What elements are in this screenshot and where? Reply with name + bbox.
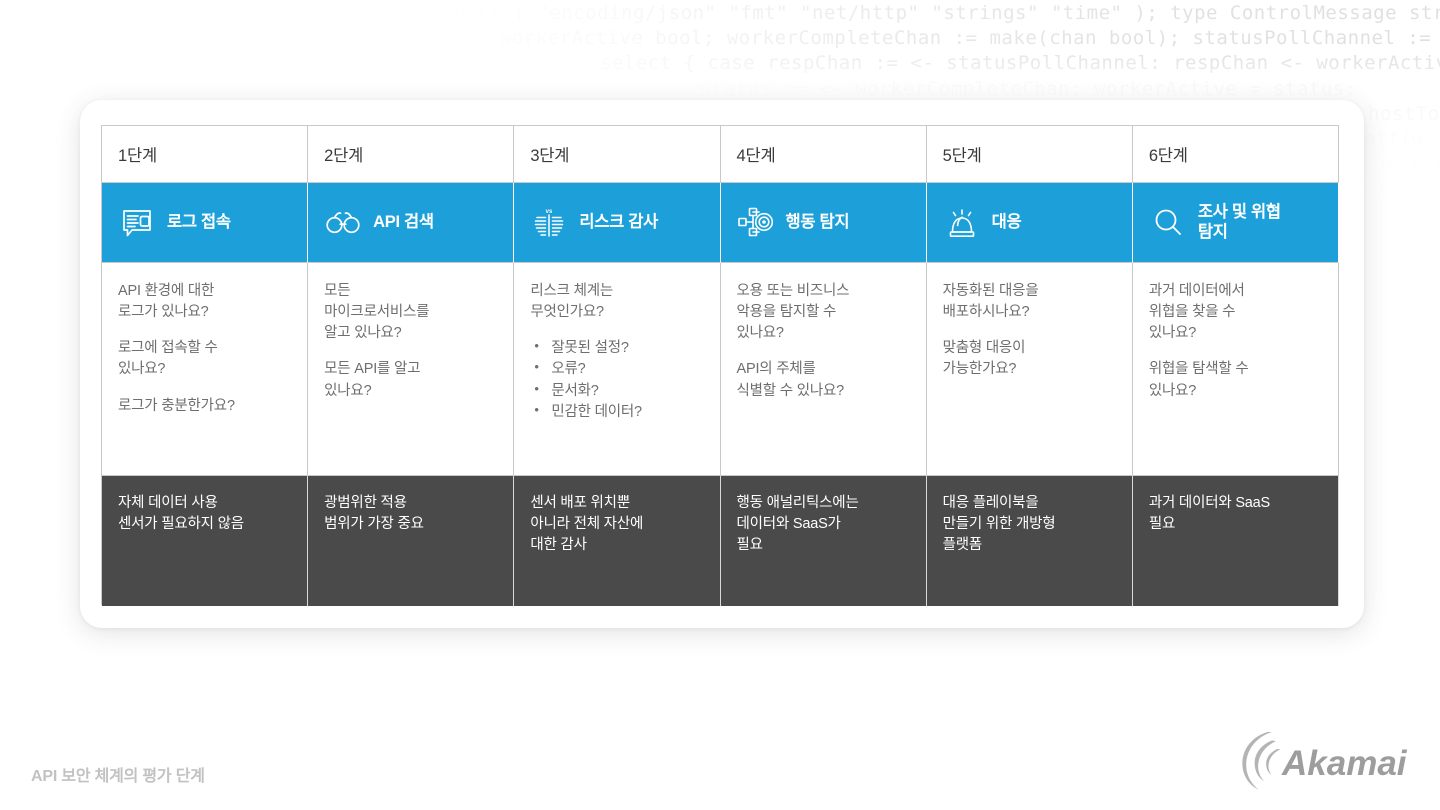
stage-questions-4: 오용 또는 비즈니스악용을 탐지할 수있나요? API의 주체를식별할 수 있나… [721, 263, 927, 476]
stage-header-1: 1단계 [102, 126, 308, 183]
question-text: 위협을 탐색할 수있나요? [1149, 359, 1324, 401]
stage-label: 2단계 [324, 142, 363, 166]
code-line: hostTok [1368, 103, 1440, 125]
stage-summary-6: 과거 데이터와 SaaS필요 [1133, 476, 1339, 606]
stage-summary-1: 자체 데이터 사용센서가 필요하지 않음 [102, 476, 308, 606]
code-line: import ( "encoding/json" "fmt" "net/http… [430, 2, 1440, 24]
stage-title: 조사 및 위협 탐지 [1198, 203, 1281, 242]
question-bullet-list: 잘못된 설정? 오류? 문서화? 민감한 데이터? [530, 338, 705, 423]
stage-title: 리스크 감사 [579, 213, 658, 232]
page-title: API 보안 체계의 평가 단계 [31, 762, 205, 786]
svg-text:vs: vs [546, 209, 553, 215]
question-text: 과거 데이터에서위협을 찾을 수있나요? [1149, 281, 1324, 344]
stage-label: 3단계 [530, 142, 569, 166]
code-line: select { case respChan := <- statusPollC… [600, 52, 1440, 74]
question-text: 모든 API를 알고있나요? [324, 359, 499, 401]
code-line: intf(w, [1352, 378, 1436, 400]
code-line: status := <- workerCompleteChan: workerA… [700, 78, 1357, 100]
code-line: eqChan [1356, 178, 1428, 200]
maturity-stage-table: 1단계 2단계 3단계 4단계 5단계 6단계 로그 접속 [101, 125, 1339, 605]
stage-header-5: 5단계 [927, 126, 1133, 183]
question-text: 로그에 접속할 수있나요? [118, 338, 293, 380]
binoculars-icon [324, 204, 362, 242]
stage-title-cell-1: 로그 접속 [102, 183, 308, 263]
stage-summary-2: 광범위한 적용범위가 가장 중요 [308, 476, 514, 606]
code-line: admin( [1354, 328, 1426, 350]
summary-text: 대응 플레이북을만들기 위한 개방형플랫폼 [943, 493, 1118, 556]
code-line: func ma [1354, 253, 1438, 275]
stage-title-cell-3: vs 리스크 감사 [514, 183, 720, 263]
stage-label: 4단계 [737, 142, 776, 166]
stage-questions-3: 리스크 체계는무엇인가요? 잘못된 설정? 오류? 문서화? 민감한 데이터? [514, 263, 720, 476]
magnifier-search-icon [1149, 204, 1187, 242]
akamai-logo: Akamai [1236, 726, 1418, 796]
risk-audit-scale-icon: vs [530, 204, 568, 242]
stage-label: 1단계 [118, 142, 157, 166]
list-item: 문서화? [530, 381, 705, 402]
stage-title: 로그 접속 [167, 213, 231, 232]
question-text: 자동화된 대응을배포하시나요? [943, 281, 1118, 323]
summary-text: 센서 배포 위치뿐아니라 전체 자산에대한 감사 [530, 493, 705, 556]
stage-title-cell-2: API 검색 [308, 183, 514, 263]
stage-header-3: 3단계 [514, 126, 720, 183]
stage-title: 행동 탐지 [786, 213, 850, 232]
stage-header-2: 2단계 [308, 126, 514, 183]
stage-title: 대응 [992, 213, 1022, 232]
logo-wordmark: Akamai [1281, 744, 1408, 783]
code-line: ); };pac [1352, 228, 1440, 250]
list-item: 잘못된 설정? [530, 338, 705, 359]
siren-alert-icon [943, 204, 981, 242]
stage-summary-3: 센서 배포 위치뿐아니라 전체 자산에대한 감사 [514, 476, 720, 606]
code-line: intf(w, [1352, 128, 1436, 150]
stage-header-4: 4단계 [721, 126, 927, 183]
list-item: 민감한 데이터? [530, 402, 705, 423]
stage-label: 5단계 [943, 142, 982, 166]
summary-text: 자체 데이터 사용센서가 필요하지 않음 [118, 493, 293, 535]
stage-title-cell-4: 행동 탐지 [721, 183, 927, 263]
stage-header-6: 6단계 [1133, 126, 1339, 183]
question-text: API 환경에 대한로그가 있나요? [118, 281, 293, 323]
stage-questions-5: 자동화된 대응을배포하시나요? 맞춤형 대응이가능한가요? [927, 263, 1133, 476]
log-message-icon [118, 204, 156, 242]
question-text: 리스크 체계는무엇인가요? [530, 281, 705, 323]
stage-questions-2: 모든마이크로서비스를알고 있나요? 모든 API를 알고있나요? [308, 263, 514, 476]
stage-summary-4: 행동 애널리틱스에는데이터와 SaaS가필요 [721, 476, 927, 606]
summary-text: 과거 데이터와 SaaS필요 [1149, 493, 1324, 535]
question-text: 맞춤형 대응이가능한가요? [943, 338, 1118, 380]
summary-text: 행동 애널리틱스에는데이터와 SaaS가필요 [737, 493, 912, 556]
stage-title-cell-5: 대응 [927, 183, 1133, 263]
stage-label: 6단계 [1149, 142, 1188, 166]
code-line: for Tar [1362, 153, 1440, 175]
code-line: workerActive bool; workerCompleteChan :=… [500, 27, 1440, 49]
question-text: API의 주체를식별할 수 있나요? [737, 359, 912, 401]
stage-title: API 검색 [373, 213, 434, 232]
question-text: 로그가 충분한가요? [118, 396, 293, 417]
stage-title-cell-6: 조사 및 위협 탐지 [1133, 183, 1339, 263]
stage-questions-1: API 환경에 대한로그가 있나요? 로그에 접속할 수있나요? 로그가 충분한… [102, 263, 308, 476]
question-text: 오용 또는 비즈니스악용을 탐지할 수있나요? [737, 281, 912, 344]
list-item: 오류? [530, 359, 705, 380]
behavior-detection-network-icon [737, 204, 775, 242]
summary-text: 광범위한 적용범위가 가장 중요 [324, 493, 499, 535]
question-text: 모든마이크로서비스를알고 있나요? [324, 281, 499, 344]
stage-summary-5: 대응 플레이북을만들기 위한 개방형플랫폼 [927, 476, 1133, 606]
stage-questions-6: 과거 데이터에서위협을 찾을 수있나요? 위협을 탐색할 수있나요? [1133, 263, 1339, 476]
code-line: for Tu [1358, 403, 1430, 425]
